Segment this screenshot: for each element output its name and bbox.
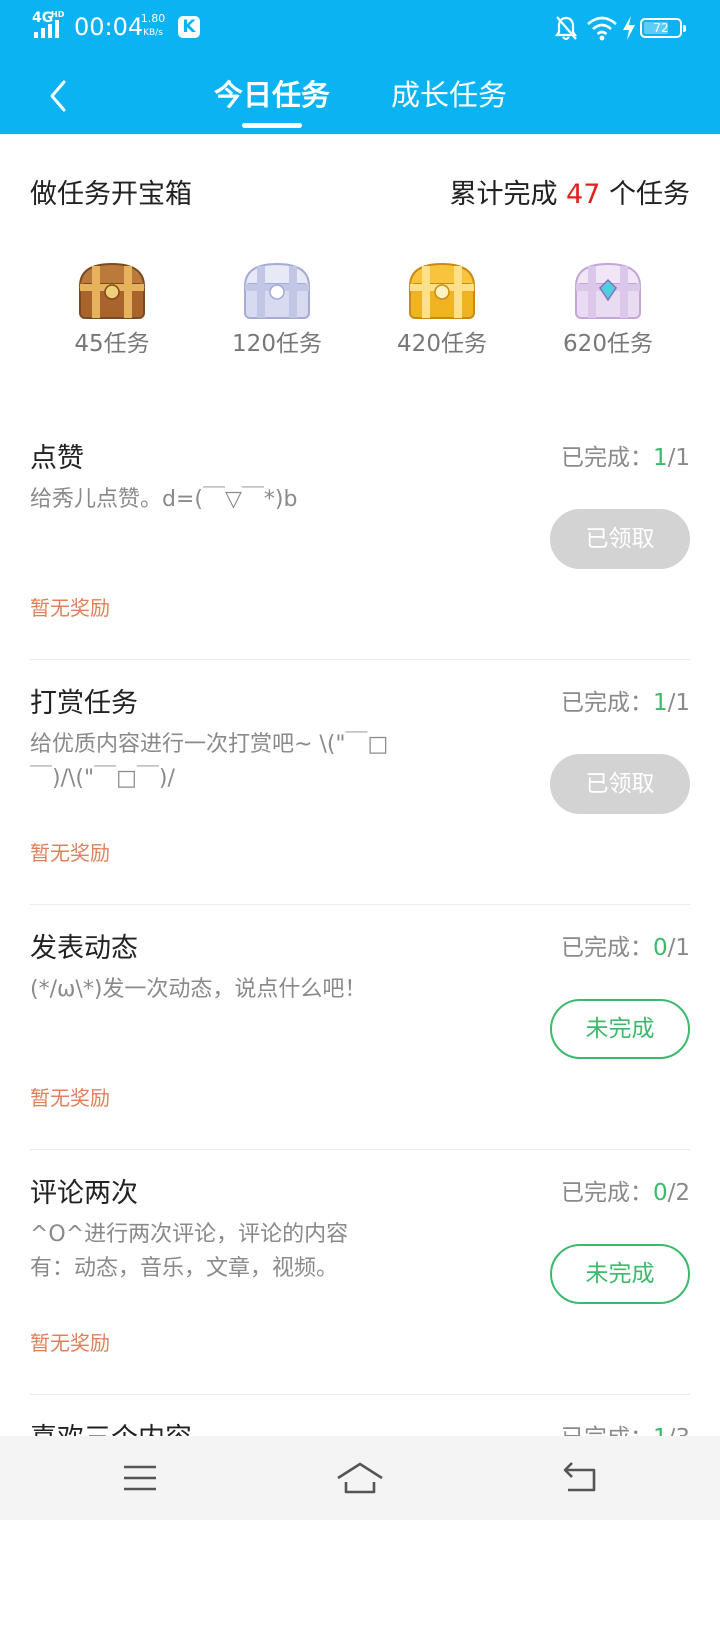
chest-45[interactable]: 45任务 (52, 258, 172, 360)
task-item-tip: 打赏任务 给优质内容进行一次打赏吧~ \("￣□￣)/\("￣□￣)/ 暂无奖励… (30, 660, 690, 905)
task-reward: 暂无奖励 (30, 1331, 110, 1355)
chest-label: 620任务 (563, 331, 653, 357)
task-desc: 给优质内容进行一次打赏吧~ \("￣□￣)/\("￣□￣)/ (30, 732, 389, 791)
silver-chest-icon (243, 262, 311, 319)
progress-done: 0 (652, 935, 668, 961)
task-reward: 暂无奖励 (30, 596, 110, 620)
chest-label: 420任务 (397, 331, 487, 357)
k-app-icon: K (178, 16, 200, 38)
active-tab-indicator (242, 123, 302, 128)
chest-120[interactable]: 120任务 (217, 258, 337, 360)
progress-done: 0 (652, 1180, 668, 1206)
task-item-like: 点赞 给秀儿点赞。d=(￣▽￣*)b 暂无奖励 已完成：1/1 已领取 (30, 415, 690, 660)
progress-total: /1 (667, 690, 690, 716)
home-button[interactable] (334, 1456, 386, 1500)
clock: 00:04 (74, 13, 144, 41)
back-icon (563, 1462, 596, 1492)
progress-label: 已完成： (560, 935, 653, 961)
claimed-button[interactable]: 已领取 (550, 754, 690, 814)
progress-total: /2 (667, 1180, 690, 1206)
home-icon (337, 1462, 383, 1494)
app-header: 4G HD 00:04 1.80 KB/s K 72 今日任务 成长任务 (0, 0, 720, 134)
total-suffix: 个任务 (609, 179, 690, 210)
task-progress: 已完成：0/2 (561, 1174, 690, 1212)
tab-today-tasks[interactable]: 今日任务 (214, 74, 330, 116)
progress-total: /1 (667, 445, 690, 471)
task-reward: 暂无奖励 (30, 1086, 110, 1110)
task-title: 评论两次 (30, 1178, 138, 1209)
gold-chest-icon (408, 262, 476, 319)
progress-label: 已完成： (560, 445, 653, 471)
battery-icon: 72 (640, 18, 686, 38)
battery-level: 72 (653, 21, 669, 35)
chest-label: 120任务 (232, 331, 322, 357)
chest-420[interactable]: 420任务 (382, 258, 502, 360)
network-speed-value: 1.80 (140, 12, 166, 25)
task-desc: ^O^进行两次评论，评论的内容有：动态，音乐，文章，视频。 (30, 1222, 349, 1281)
chest-620[interactable]: 620任务 (548, 258, 668, 360)
claimed-button[interactable]: 已领取 (550, 509, 690, 569)
task-item-comment: 评论两次 ^O^进行两次评论，评论的内容有：动态，音乐，文章，视频。 暂无奖励 … (30, 1150, 690, 1395)
charging-icon (622, 16, 636, 40)
task-progress: 已完成：0/1 (561, 929, 690, 967)
progress-label: 已完成： (560, 690, 653, 716)
task-title: 发表动态 (30, 933, 138, 964)
task-desc: (*/ω\*)发一次动态，说点什么吧！ (30, 977, 367, 1002)
progress-label: 已完成： (560, 1180, 653, 1206)
incomplete-button[interactable]: 未完成 (550, 999, 690, 1059)
network-speed: 1.80 KB/s (138, 12, 168, 40)
progress-total: /1 (667, 935, 690, 961)
task-desc: 给秀儿点赞。d=(￣▽￣*)b (30, 487, 298, 512)
status-bar: 4G HD 00:04 1.80 KB/s K 72 (0, 0, 720, 56)
task-progress: 已完成：1/1 (561, 439, 690, 477)
chevron-left-icon (50, 80, 66, 112)
menu-button[interactable] (116, 1456, 164, 1500)
treasure-total: 累计完成 47 个任务 (449, 176, 690, 214)
system-nav-bar (0, 1436, 720, 1520)
treasure-title: 做任务开宝箱 (30, 179, 192, 210)
wifi-icon (586, 14, 618, 42)
progress-done: 1 (652, 445, 668, 471)
silent-bell-icon (554, 14, 578, 42)
total-count: 47 (566, 179, 601, 210)
tab-growth-tasks[interactable]: 成长任务 (390, 74, 508, 116)
task-item-post: 发表动态 (*/ω\*)发一次动态，说点什么吧！ 暂无奖励 已完成：0/1 未完… (30, 905, 690, 1150)
chest-label: 45任务 (74, 331, 150, 357)
task-reward: 暂无奖励 (30, 841, 110, 865)
menu-icon (124, 1465, 156, 1491)
incomplete-button[interactable]: 未完成 (550, 1244, 690, 1304)
bronze-chest-icon (78, 262, 146, 319)
back-nav-button[interactable] (556, 1456, 604, 1500)
signal-icon: 4G HD (32, 10, 68, 40)
progress-done: 1 (652, 690, 668, 716)
diamond-chest-icon (574, 262, 642, 319)
total-prefix: 累计完成 (449, 179, 558, 210)
task-title: 点赞 (30, 443, 84, 474)
task-progress: 已完成：1/1 (561, 684, 690, 722)
network-speed-unit: KB/s (143, 28, 163, 38)
back-button[interactable] (36, 70, 82, 122)
task-title: 打赏任务 (30, 688, 138, 719)
